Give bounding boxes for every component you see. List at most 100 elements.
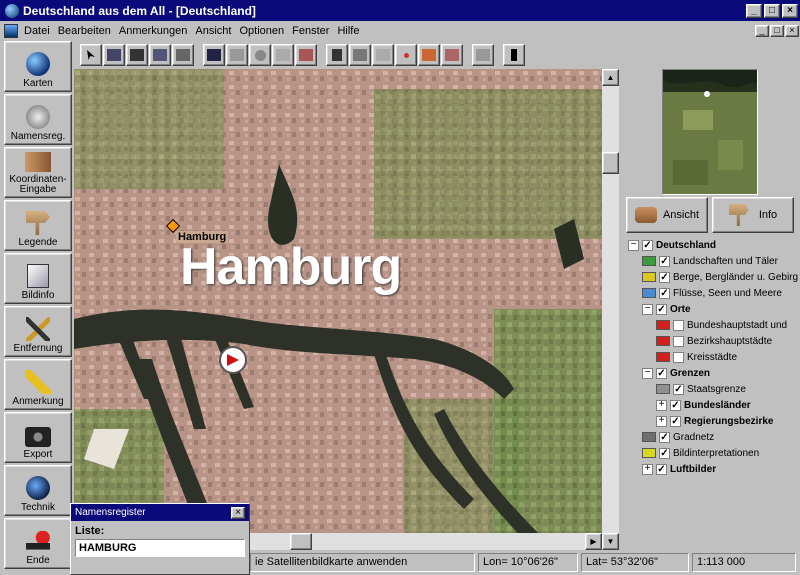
layer-checkbox[interactable]: ✓ xyxy=(659,431,670,443)
scroll-thumb[interactable] xyxy=(602,152,619,174)
expand-icon[interactable]: + xyxy=(642,463,653,475)
hscroll-thumb[interactable] xyxy=(290,533,312,550)
tool-overview-button[interactable] xyxy=(226,44,248,66)
app-globe-icon xyxy=(5,3,19,18)
expand-icon[interactable]: + xyxy=(656,399,667,411)
layer-checkbox[interactable]: ✓ xyxy=(659,271,670,283)
tool-print-button[interactable] xyxy=(172,44,194,66)
tool-text-button[interactable] xyxy=(441,44,463,66)
satellite-map[interactable]: Hamburg Hamburg xyxy=(74,69,602,550)
layer-row[interactable]: + ✓ Luftbilder xyxy=(626,461,716,477)
close-button[interactable]: × xyxy=(782,3,798,18)
status-message: ie Satellitenbildkarte anwenden xyxy=(250,553,475,572)
mdi-restore-button[interactable]: □ xyxy=(770,25,784,37)
minimize-button[interactable]: _ xyxy=(746,3,762,18)
expand-icon[interactable]: + xyxy=(656,415,667,427)
layer-row[interactable]: ✓Kreisstädte xyxy=(626,349,737,365)
overview-map[interactable] xyxy=(662,69,758,195)
scroll-up-icon[interactable]: ▲ xyxy=(602,69,619,86)
tool-open-button[interactable] xyxy=(103,44,125,66)
collapse-icon[interactable]: − xyxy=(642,367,653,379)
tool-cross-button[interactable] xyxy=(472,44,494,66)
point-icon xyxy=(403,52,409,58)
layer-row[interactable]: − ✓ Deutschland xyxy=(626,237,716,253)
layer-row[interactable]: + ✓ Bundesländer xyxy=(626,397,751,413)
tool-pencil-button[interactable] xyxy=(418,44,440,66)
layer-checkbox[interactable]: ✓ xyxy=(670,399,681,411)
entfernung-button[interactable]: Entfernung xyxy=(4,306,72,357)
layer-checkbox[interactable]: ✓ xyxy=(656,303,667,315)
layer-row[interactable]: − ✓ Orte xyxy=(626,301,691,317)
tool-first-button[interactable] xyxy=(203,44,225,66)
layer-row[interactable]: ✓ Bildinterpretationen xyxy=(626,445,759,461)
tool-copy-button[interactable] xyxy=(149,44,171,66)
menu-optionen[interactable]: Optionen xyxy=(237,25,290,37)
menu-bearbeiten[interactable]: Bearbeiten xyxy=(56,25,117,37)
layer-tree: − ✓ Deutschland ✓ Landschaften und Täler ✓ Ber… xyxy=(626,237,798,548)
tool-zoom-in-button[interactable] xyxy=(249,44,271,66)
layer-checkbox[interactable]: ✓ xyxy=(656,367,667,379)
bildinfo-button[interactable]: Bildinfo xyxy=(4,253,72,304)
image-info-icon xyxy=(27,264,49,288)
tool-zoom-out-button[interactable] xyxy=(272,44,294,66)
ansicht-button[interactable]: Ansicht xyxy=(626,197,708,233)
scroll-down-icon[interactable]: ▼ xyxy=(602,533,619,550)
layer-checkbox[interactable]: ✓ xyxy=(659,287,670,299)
technik-button[interactable]: Technik xyxy=(4,465,72,516)
layer-row[interactable]: ✓Bezirkshauptstädte xyxy=(626,333,772,349)
tool-point-button[interactable] xyxy=(395,44,417,66)
namensregister-close-button[interactable]: × xyxy=(231,506,245,519)
layer-row[interactable]: ✓ Berge, Bergländer u. Gebirge xyxy=(626,269,798,285)
layer-checkbox[interactable]: ✓ xyxy=(673,335,684,347)
menu-anmerkungen[interactable]: Anmerkungen xyxy=(117,25,194,37)
namensreg-button[interactable]: Namensreg. xyxy=(4,94,72,145)
liste-input[interactable]: HAMBURG xyxy=(75,539,245,557)
ende-button[interactable]: Ende xyxy=(4,518,72,569)
layer-checkbox[interactable]: ✓ xyxy=(673,383,684,395)
layer-row[interactable]: ✓ Landschaften und Täler xyxy=(626,253,778,269)
tool-pointer-button[interactable] xyxy=(80,44,102,66)
menu-hilfe[interactable]: Hilfe xyxy=(335,25,365,37)
layer-checkbox[interactable]: ✓ xyxy=(670,415,681,427)
info-signpost-icon xyxy=(728,204,749,226)
layer-checkbox[interactable]: ✓ xyxy=(656,463,667,475)
map-horizontal-scrollbar[interactable]: ▶ xyxy=(250,533,602,550)
layer-row[interactable]: ✓Bundeshauptstadt und xyxy=(626,317,787,333)
layer-checkbox[interactable]: ✓ xyxy=(659,255,670,267)
measure-icon xyxy=(353,49,367,61)
layer-row[interactable]: ✓ Gradnetz xyxy=(626,429,714,445)
collapse-icon[interactable]: − xyxy=(642,303,653,315)
layer-row[interactable]: − ✓ Grenzen xyxy=(626,365,710,381)
mdi-minimize-button[interactable]: _ xyxy=(755,25,769,37)
koordinaten-button[interactable]: Koordinaten-Eingabe xyxy=(4,147,72,198)
layer-checkbox[interactable]: ✓ xyxy=(673,319,684,331)
tool-measure-button[interactable] xyxy=(349,44,371,66)
collapse-icon[interactable]: − xyxy=(628,239,639,251)
city-flag-marker-icon[interactable] xyxy=(219,346,247,374)
menu-datei[interactable]: Datei xyxy=(22,25,56,37)
export-button[interactable]: Export xyxy=(4,412,72,463)
layer-row[interactable]: + ✓ Regierungsbezirke xyxy=(626,413,773,429)
document-icon[interactable] xyxy=(4,24,18,38)
karten-button[interactable]: Karten xyxy=(4,41,72,92)
legende-button[interactable]: Legende xyxy=(4,200,72,251)
scroll-right-icon[interactable]: ▶ xyxy=(585,533,602,550)
layer-checkbox[interactable]: ✓ xyxy=(642,239,653,251)
anmerkung-button[interactable]: Anmerkung xyxy=(4,359,72,410)
menu-ansicht[interactable]: Ansicht xyxy=(193,25,237,37)
layer-row[interactable]: ✓ Staatsgrenze xyxy=(626,381,746,397)
info-button[interactable]: Info xyxy=(712,197,794,233)
menu-fenster[interactable]: Fenster xyxy=(290,25,335,37)
layer-checkbox[interactable]: ✓ xyxy=(673,351,684,363)
map-vertical-scrollbar[interactable]: ▲ ▼ xyxy=(602,69,619,550)
maximize-button[interactable]: □ xyxy=(764,3,780,18)
mdi-close-button[interactable]: × xyxy=(785,25,799,37)
print-icon xyxy=(176,49,190,61)
tool-layer-button[interactable] xyxy=(295,44,317,66)
layer-checkbox[interactable]: ✓ xyxy=(659,447,670,459)
tool-draw-button[interactable] xyxy=(372,44,394,66)
layer-row[interactable]: ✓ Flüsse, Seen und Meere xyxy=(626,285,782,301)
tool-grid-button[interactable] xyxy=(326,44,348,66)
tool-help-button[interactable] xyxy=(503,44,525,66)
tool-save-button[interactable] xyxy=(126,44,148,66)
